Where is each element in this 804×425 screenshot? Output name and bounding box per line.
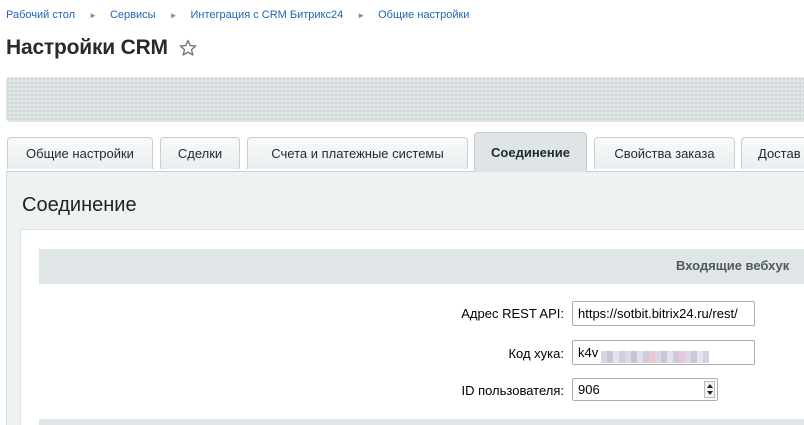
breadcrumb-item-services[interactable]: Сервисы bbox=[110, 9, 156, 21]
rest-api-input[interactable] bbox=[572, 301, 755, 326]
tab-deals[interactable]: Сделки bbox=[160, 137, 240, 169]
tab-delivery[interactable]: Достав bbox=[741, 137, 804, 169]
section-title: Соединение bbox=[22, 194, 137, 216]
tab-connection[interactable]: Соединение bbox=[474, 132, 587, 172]
user-id-stepper[interactable]: 906 bbox=[572, 378, 718, 401]
tab-label: Счета и платежные системы bbox=[271, 146, 444, 161]
tab-label: Соединение bbox=[491, 145, 570, 160]
stepper-buttons[interactable] bbox=[704, 381, 715, 398]
hook-code-value: k4v bbox=[578, 345, 599, 360]
group-title: Входящие вебхук bbox=[676, 258, 790, 273]
tab-general-settings[interactable]: Общие настройки bbox=[7, 137, 153, 169]
tab-label: Достав bbox=[758, 146, 801, 161]
breadcrumb-item-general-settings[interactable]: Общие настройки bbox=[378, 9, 469, 21]
rest-api-label: Адрес REST API: bbox=[461, 306, 564, 321]
tab-order-properties[interactable]: Свойства заказа bbox=[594, 137, 735, 169]
increment-arrow-icon[interactable] bbox=[707, 384, 713, 388]
tab-label: Свойства заказа bbox=[614, 146, 715, 161]
tab-invoices-payment-systems[interactable]: Счета и платежные системы bbox=[247, 137, 468, 169]
hook-code-label: Код хука: bbox=[508, 346, 564, 361]
user-id-value: 906 bbox=[578, 382, 600, 397]
breadcrumb: Рабочий стол ► Сервисы ► Интеграция с CR… bbox=[6, 7, 469, 23]
tab-label: Общие настройки bbox=[26, 146, 134, 161]
page-title: Настройки CRM bbox=[6, 36, 168, 59]
title-row: Настройки CRM bbox=[6, 36, 197, 60]
hook-code-input[interactable]: k4v bbox=[572, 340, 755, 365]
next-group-header bbox=[39, 419, 804, 425]
breadcrumb-separator-icon: ► bbox=[169, 10, 178, 20]
breadcrumb-item-desktop[interactable]: Рабочий стол bbox=[6, 9, 75, 21]
decrement-arrow-icon[interactable] bbox=[707, 391, 713, 395]
tab-label: Сделки bbox=[177, 146, 223, 161]
star-icon[interactable] bbox=[179, 39, 197, 57]
breadcrumb-separator-icon: ► bbox=[89, 10, 97, 20]
toolbar-panel bbox=[6, 77, 804, 122]
user-id-label: ID пользователя: bbox=[461, 383, 564, 398]
breadcrumb-item-crm-integration[interactable]: Интеграция с CRM Битрикс24 bbox=[190, 9, 343, 21]
breadcrumb-separator-icon: ► bbox=[357, 10, 366, 20]
redacted-mask bbox=[601, 347, 709, 363]
